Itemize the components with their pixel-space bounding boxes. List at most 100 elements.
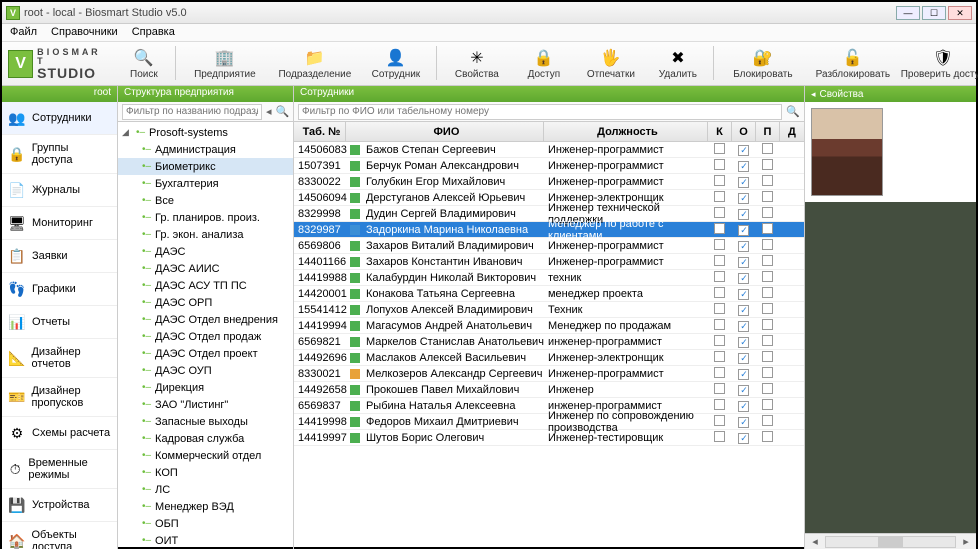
grid-filter-input[interactable] [298,104,782,120]
col-fio[interactable]: ФИО [346,122,544,141]
nav-reports[interactable]: 📊Отчеты [2,306,117,339]
toolbar-employee-button[interactable]: 👤Сотрудник [360,46,432,82]
checkbox[interactable] [714,223,725,234]
tree-node[interactable]: •‒Гр. планиров. произ. [118,209,293,226]
tree-root[interactable]: ◢•‒Prosoft-systems [118,124,293,141]
table-row[interactable]: 6569821Маркелов Станислав Анатольевичинж… [294,334,804,350]
checkbox[interactable]: ✓ [738,161,749,172]
col-p[interactable]: П [756,122,780,141]
tree-node[interactable]: •‒ДАЭС ОРП [118,294,293,311]
checkbox[interactable] [762,415,773,426]
toolbar-delete-button[interactable]: ✖Удалить [647,46,709,82]
col-tab[interactable]: Таб. № [294,122,346,141]
props-expand-icon[interactable]: ◂ [811,89,816,100]
toolbar-unblock-button[interactable]: 🔓Разблокировать [808,46,898,82]
table-row[interactable]: 14419994Магасумов Андрей АнатольевичМене… [294,318,804,334]
checkbox[interactable] [762,383,773,394]
nav-requests[interactable]: 📋Заявки [2,240,117,273]
checkbox[interactable]: ✓ [738,289,749,300]
checkbox[interactable] [714,367,725,378]
checkbox[interactable] [762,239,773,250]
checkbox[interactable] [762,431,773,442]
tree-node[interactable]: •‒ОБП [118,515,293,532]
tree-filter-prev-icon[interactable]: ◂ [266,105,272,118]
grid-filter-search-icon[interactable]: 🔍 [786,105,800,118]
checkbox[interactable] [714,431,725,442]
checkbox[interactable]: ✓ [738,433,749,444]
nav-journals[interactable]: 📄Журналы [2,174,117,207]
table-row[interactable]: 14492658Прокошев Павел МихайловичИнженер… [294,382,804,398]
checkbox[interactable]: ✓ [738,353,749,364]
checkbox[interactable] [714,207,725,218]
checkbox[interactable] [762,319,773,330]
tree-filter-search-icon[interactable]: 🔍 [276,105,290,118]
checkbox[interactable] [762,303,773,314]
table-row[interactable]: 14401166Захаров Константин ИвановичИнжен… [294,254,804,270]
checkbox[interactable] [714,159,725,170]
tree-node[interactable]: •‒ДАЭС Отдел внедрения [118,311,293,328]
checkbox[interactable] [714,287,725,298]
toolbar-check-button[interactable]: 🛡Проверить доступ [898,46,978,82]
nav-monitoring[interactable]: 🖥Мониторинг [2,207,117,240]
table-row[interactable]: 14506083Бажов Степан СергеевичИнженер-пр… [294,142,804,158]
tree-node[interactable]: •‒Биометрикс [118,158,293,175]
scroll-right-icon[interactable]: ▸ [960,535,972,548]
nav-schemes[interactable]: ⚙Схемы расчета [2,417,117,450]
toolbar-department-button[interactable]: 📁Подразделение [270,46,360,82]
close-button[interactable]: ✕ [948,6,972,20]
tree-node[interactable]: •‒Дирекция [118,379,293,396]
checkbox[interactable]: ✓ [738,337,749,348]
tree-node[interactable]: •‒ОИТ [118,532,293,549]
table-row[interactable]: 8329987Задоркина Марина НиколаевнаМенедж… [294,222,804,238]
maximize-button[interactable]: ☐ [922,6,946,20]
checkbox[interactable]: ✓ [738,321,749,332]
checkbox[interactable] [714,271,725,282]
tree-node[interactable]: •‒ДАЭС АИИС [118,260,293,277]
tree-node[interactable]: •‒Администрация [118,141,293,158]
tree-node[interactable]: •‒Кадровая служба [118,430,293,447]
checkbox[interactable] [714,303,725,314]
tree-node[interactable]: •‒ДАЭС АСУ ТП ПС [118,277,293,294]
table-row[interactable]: 14420001Конакова Татьяна Сергеевнаменедж… [294,286,804,302]
toolbar-enterprise-button[interactable]: 🏢Предприятие [180,46,270,82]
menu-help[interactable]: Справка [132,26,175,39]
checkbox[interactable]: ✓ [738,225,749,236]
checkbox[interactable]: ✓ [738,273,749,284]
toolbar-block-button[interactable]: 🔐Блокировать [718,46,808,82]
tree-node[interactable]: •‒Менеджер ВЭД [118,498,293,515]
checkbox[interactable]: ✓ [738,257,749,268]
table-row[interactable]: 14419988Калабурдин Николай Викторовичтех… [294,270,804,286]
menu-dictionaries[interactable]: Справочники [51,26,118,39]
checkbox[interactable] [714,143,725,154]
tree-node[interactable]: •‒ЛС [118,481,293,498]
checkbox[interactable] [714,239,725,250]
checkbox[interactable]: ✓ [738,193,749,204]
checkbox[interactable] [762,367,773,378]
tree-filter-input[interactable] [122,104,262,120]
toolbar-prints-button[interactable]: 🖐Отпечатки [575,46,647,82]
table-row[interactable]: 14492696Маслаков Алексей ВасильевичИнжен… [294,350,804,366]
checkbox[interactable]: ✓ [738,369,749,380]
checkbox[interactable]: ✓ [738,209,749,220]
checkbox[interactable] [762,223,773,234]
scroll-left-icon[interactable]: ◂ [809,535,821,548]
checkbox[interactable]: ✓ [738,241,749,252]
checkbox[interactable]: ✓ [738,305,749,316]
checkbox[interactable] [714,175,725,186]
tree-node[interactable]: •‒ДАЭС [118,243,293,260]
nav-timemodes[interactable]: ⏱Временные режимы [2,450,117,489]
checkbox[interactable] [714,255,725,266]
checkbox[interactable] [714,351,725,362]
tree-node[interactable]: •‒КОП [118,464,293,481]
col-o[interactable]: О [732,122,756,141]
tree-node[interactable]: •‒ДАЭС Отдел продаж [118,328,293,345]
tree-node[interactable]: •‒ЗАО "Листинг" [118,396,293,413]
checkbox[interactable] [762,207,773,218]
checkbox[interactable] [714,399,725,410]
props-scrollbar[interactable]: ◂ ▸ [805,533,976,549]
checkbox[interactable] [762,271,773,282]
tree-node[interactable]: •‒Коммерческий отдел [118,447,293,464]
checkbox[interactable] [762,175,773,186]
table-row[interactable]: 6569806Захаров Виталий ВладимировичИнжен… [294,238,804,254]
nav-groups[interactable]: 🔒Группы доступа [2,135,117,174]
